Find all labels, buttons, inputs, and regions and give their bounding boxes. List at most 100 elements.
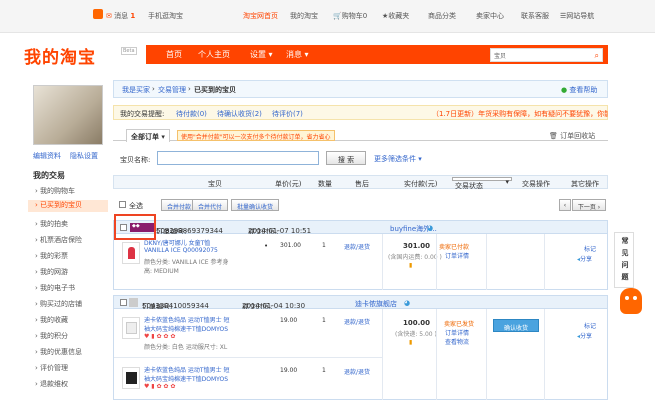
sidebar-item-travel[interactable]: › 机票酒店保险	[35, 235, 82, 245]
mascot-icon[interactable]	[620, 288, 642, 314]
header-search[interactable]: 宝贝 ⌕	[490, 48, 603, 62]
product-thumbnail[interactable]	[122, 367, 140, 389]
product-title-line[interactable]: 迪卡侬蓝色纯品 运动T恤男士 短	[144, 365, 229, 374]
sidebar-item-shops[interactable]: › 购买过的店铺	[35, 299, 82, 309]
merge-proxy-pay-button[interactable]: 合并代付	[192, 199, 228, 211]
nav-profile[interactable]: 个人主页	[198, 49, 230, 60]
phone-icon: ▮	[409, 339, 413, 346]
reminder-pending-receipt[interactable]: 待确认收货(2)	[217, 109, 262, 119]
service-link[interactable]: 联系客服	[521, 11, 549, 21]
product-thumbnail[interactable]	[122, 317, 140, 339]
product-title-line[interactable]: 袖大码宝纯棉速干T恤DOMYOS	[144, 324, 228, 333]
shipping-note: (含国内运费: 0.00 )	[388, 254, 442, 261]
next-page-button[interactable]: 下一页 ›	[572, 199, 606, 211]
faq-char: 常	[621, 237, 629, 245]
confirm-receipt-button[interactable]: 确认收货	[493, 319, 539, 332]
unit-price: 301.00	[280, 242, 301, 249]
bullet-icon: •	[264, 242, 269, 250]
sidebar-item-lottery[interactable]: › 我的彩票	[35, 251, 68, 261]
trade-status: 卖家已发货	[444, 321, 475, 328]
product-sku: 颜色分类: 白色 运动服尺寸: XL	[144, 344, 228, 351]
product-title-line[interactable]: 袖大码宝纯棉速干T恤DOMYOS	[144, 374, 228, 383]
item-name-input[interactable]	[157, 151, 319, 165]
order-body: 迪卡侬蓝色纯品 运动T恤男士 短 袖大码宝纯棉速干T恤DOMYOS ♥ ▮ ✿ …	[113, 309, 608, 400]
reminder-label: 我的交易提醒:	[120, 110, 165, 118]
reminder-news[interactable]: （1.7日更新）年货采购有保障，如有疑问不要犹豫，你能帮你大	[432, 109, 608, 119]
search-icon[interactable]: ⌕	[595, 51, 599, 61]
search-scope[interactable]: 宝贝	[494, 51, 506, 60]
mobile-link[interactable]: 手机逛淘宝	[148, 11, 183, 21]
prev-page-button[interactable]: ‹	[559, 199, 571, 211]
batch-confirm-button[interactable]: 批量确认收货	[231, 199, 279, 211]
order-detail-link[interactable]: 订单详情	[445, 251, 469, 260]
sidebar-item-auction[interactable]: › 我的拍卖	[35, 219, 68, 229]
category-link[interactable]: 商品分类	[428, 11, 456, 21]
recycle-bin-link[interactable]: 🗑 订单回收站	[549, 131, 595, 141]
my-taobao-link[interactable]: 我的淘宝	[290, 11, 318, 21]
share-link[interactable]: ◂分享	[577, 331, 592, 340]
sidebar-item-refunds[interactable]: › 退款维权	[35, 379, 68, 389]
privacy-settings-link[interactable]: 隐私设置	[70, 151, 98, 161]
sidebar-item-cart[interactable]: › 我的购物车	[35, 186, 75, 196]
qr-icon[interactable]	[93, 9, 103, 19]
mark-link[interactable]: 标记	[584, 321, 596, 330]
breadcrumb-trade-manage[interactable]: 交易管理	[158, 85, 186, 95]
order-tabs: 全部订单 ▾ 使用"合并付款"可以一次支付多个待付款订单，省力省心 🗑 订单回收…	[113, 125, 608, 142]
select-all-checkbox[interactable]	[119, 201, 126, 208]
beta-badge: Beta	[121, 47, 137, 55]
sidebar-item-games[interactable]: › 我的网游	[35, 267, 68, 277]
refund-link[interactable]: 退款/退货	[344, 317, 370, 326]
product-title-line[interactable]: VANILLA ICE Q00092075	[144, 247, 218, 254]
share-link[interactable]: ◂分享	[577, 254, 592, 263]
faq-char: 题	[621, 273, 629, 281]
seller-center-link[interactable]: 卖家中心	[476, 11, 504, 21]
nav-home[interactable]: 首页	[166, 49, 182, 60]
sidebar-item-bought[interactable]: › 已买到的宝贝	[28, 200, 108, 212]
refund-link[interactable]: 退款/退货	[344, 367, 370, 376]
favorites-link[interactable]: ★收藏夹	[382, 11, 409, 21]
nav-settings[interactable]: 设置 ▾	[250, 49, 273, 60]
unit-price: 19.00	[280, 317, 298, 324]
edit-profile-link[interactable]: 编辑资料	[33, 151, 61, 161]
help-link[interactable]: ● 查看帮助	[561, 85, 597, 95]
nav-messages[interactable]: 消息 ▾	[286, 49, 309, 60]
search-button[interactable]: 搜 索	[326, 151, 366, 165]
message-link[interactable]: ✉ 消息 1	[106, 11, 135, 21]
sidebar-item-reviews[interactable]: › 评价管理	[35, 363, 68, 373]
faq-floating-button[interactable]: 常 见 问 题	[614, 232, 634, 288]
service-badges: ♥ ▮ ✿ ✿ ✿	[144, 333, 176, 340]
col-item: 宝贝	[208, 180, 222, 188]
track-shipping-link[interactable]: 查看物流	[445, 337, 469, 346]
mark-link[interactable]: 标记	[584, 244, 596, 253]
phone-icon: ▮	[409, 262, 413, 269]
sidebar-item-favorites[interactable]: › 我的收藏	[35, 315, 68, 325]
refund-link[interactable]: 退款/退货	[344, 242, 370, 251]
select-all-label: 全选	[129, 202, 143, 210]
reminder-pending-pay[interactable]: 待付款(0)	[176, 109, 207, 119]
status-filter-select[interactable]: 交易状态 ▾	[452, 177, 512, 190]
item-name-label: 宝贝名称:	[120, 156, 151, 164]
cart-link[interactable]: 🛒购物车0	[333, 11, 367, 21]
my-taobao-logo[interactable]: 我的淘宝	[24, 43, 96, 68]
wangwang-icon[interactable]: ◕	[404, 299, 410, 307]
breadcrumb-buyer[interactable]: 我是买家	[122, 85, 150, 95]
taobao-home-link[interactable]: 淘宝网首页	[243, 11, 278, 21]
sidebar-item-coupons[interactable]: › 我的优惠信息	[35, 347, 82, 357]
paid-amount: 301.00	[403, 242, 431, 250]
tab-all-orders[interactable]: 全部订单 ▾	[126, 129, 170, 142]
more-filters-link[interactable]: 更多筛选条件 ▾	[374, 154, 422, 164]
sitemap-link[interactable]: ☰网站导航	[560, 11, 594, 21]
reminder-pending-review[interactable]: 待评价(7)	[272, 109, 303, 119]
order-checkbox[interactable]	[120, 299, 127, 306]
unit-price: 19.00	[280, 367, 298, 374]
product-title-line[interactable]: 迪卡侬蓝色纯品 运动T恤男士 短	[144, 315, 229, 324]
order-detail-link[interactable]: 订单详情	[445, 328, 469, 337]
avatar[interactable]	[33, 85, 103, 145]
sidebar-item-ebooks[interactable]: › 我的电子书	[35, 283, 75, 293]
product-thumbnail[interactable]	[122, 242, 140, 264]
sidebar-item-points[interactable]: › 我的积分	[35, 331, 68, 341]
breadcrumb: 我是买家 › 交易管理 › 已买到的宝贝 ● 查看帮助	[113, 80, 608, 98]
wangwang-icon[interactable]: ◕	[427, 224, 433, 232]
product-sku: 高: MEDIUM	[144, 268, 179, 275]
shop-link[interactable]: 迪卡侬旗舰店	[355, 299, 397, 309]
